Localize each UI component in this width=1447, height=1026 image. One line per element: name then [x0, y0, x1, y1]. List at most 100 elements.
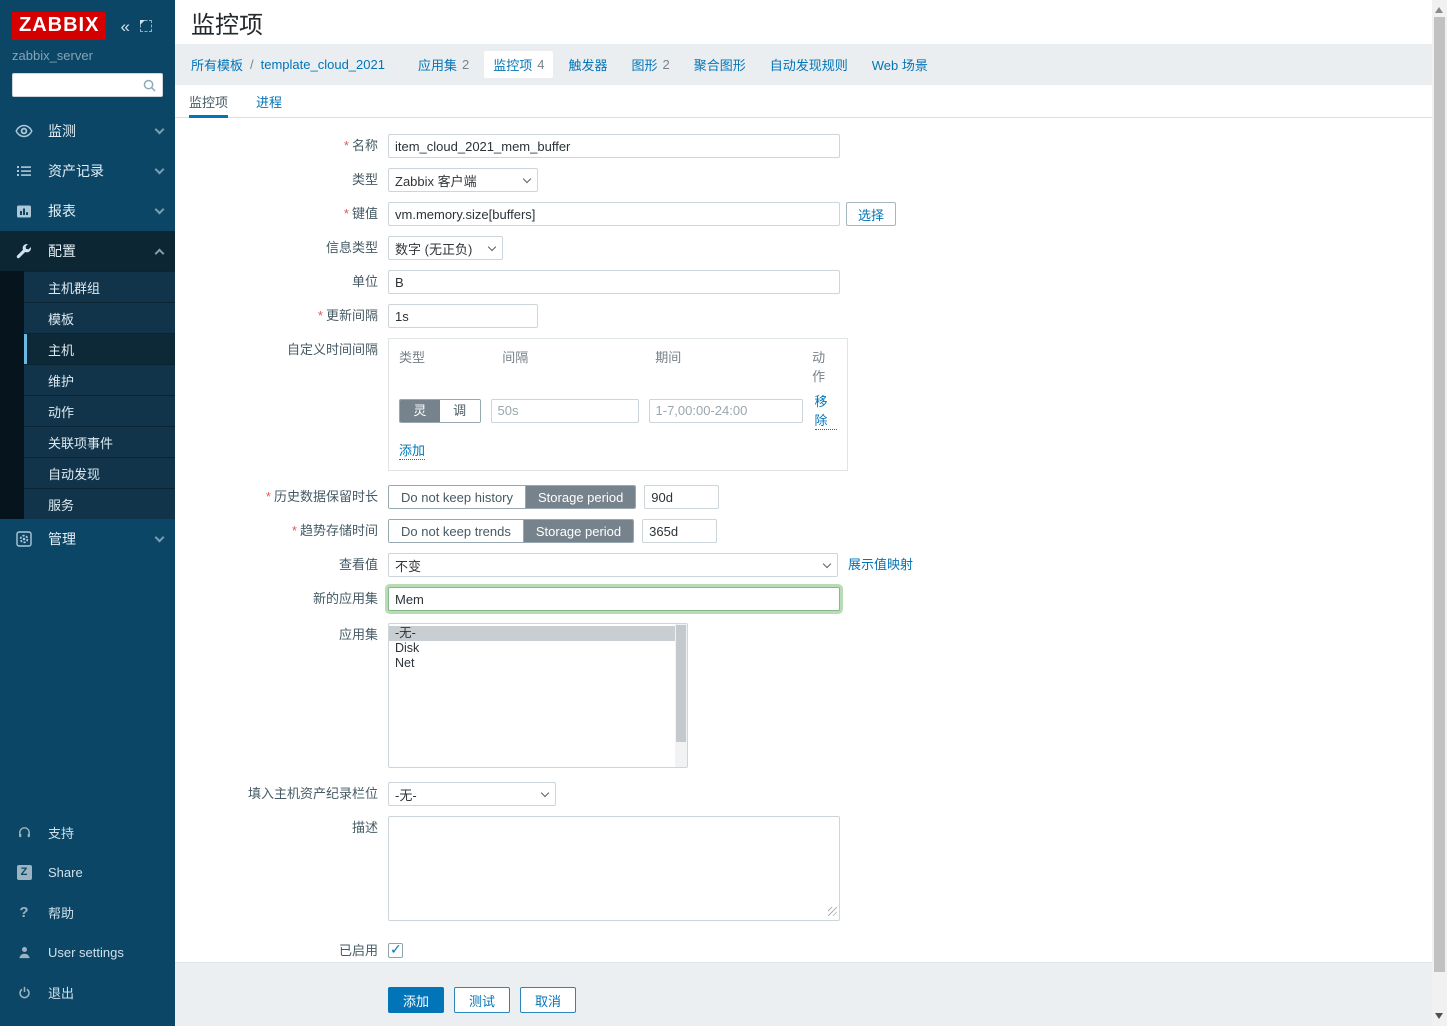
scheduling-button[interactable]: 调度 [440, 400, 480, 422]
description-label: 描述 [185, 816, 388, 840]
sidebar-item-host-groups[interactable]: 主机群组 [0, 271, 175, 302]
zabbix-logo[interactable]: ZABBIX [12, 12, 106, 40]
required-asterisk: * [318, 308, 323, 323]
sidebar-item-share[interactable]: Z Share [0, 852, 175, 892]
sidebar-item-monitoring[interactable]: 监测 [0, 111, 175, 151]
name-input[interactable] [388, 134, 840, 158]
show-value-label: 查看值 [185, 553, 388, 577]
interval-input[interactable] [491, 399, 639, 423]
sidebar-item-templates[interactable]: 模板 [0, 302, 175, 333]
description-textarea[interactable] [388, 816, 840, 921]
nav-web-scenarios[interactable]: Web 场景 [863, 51, 937, 78]
kiosk-mode-icon[interactable] [140, 20, 152, 32]
history-storage-button[interactable]: Storage period [525, 486, 635, 508]
sidebar-item-logout[interactable]: 退出 [0, 972, 175, 1012]
units-label: 单位 [185, 270, 388, 294]
listbox-scrollbar[interactable] [675, 624, 687, 767]
nav-screens[interactable]: 聚合图形 [685, 51, 755, 78]
new-application-input[interactable] [388, 587, 840, 611]
flexible-button[interactable]: 灵活 [400, 400, 440, 422]
show-value-select[interactable]: 不变 [388, 553, 838, 577]
tab-preprocessing[interactable]: 进程 [256, 85, 282, 117]
footer-label: 退出 [48, 983, 74, 1002]
no-trends-button[interactable]: Do not keep trends [389, 520, 523, 542]
nav-label: 应用集 [418, 55, 457, 74]
col-period: 期间 [655, 347, 812, 385]
select-key-button[interactable]: 选择 [846, 202, 896, 226]
info-type-select-value: 数字 (无正负) [395, 239, 481, 258]
sidebar-item-user-settings[interactable]: User settings [0, 932, 175, 972]
host-inventory-select-value: -无- [395, 785, 534, 804]
scroll-down-arrow-icon[interactable] [1435, 1013, 1443, 1019]
add-interval-link[interactable]: 添加 [399, 440, 425, 460]
trends-value-input[interactable] [642, 519, 717, 543]
history-value-input[interactable] [644, 485, 719, 509]
eye-icon [14, 123, 34, 139]
sidebar-item-discovery[interactable]: 自动发现 [0, 457, 175, 488]
sidebar-item-actions[interactable]: 动作 [0, 395, 175, 426]
submenu-label: 模板 [48, 309, 74, 328]
sidebar-item-maintenance[interactable]: 维护 [0, 364, 175, 395]
add-button[interactable]: 添加 [388, 987, 444, 1013]
update-interval-input[interactable] [388, 304, 538, 328]
sidebar-item-configuration[interactable]: 配置 [0, 231, 175, 271]
application-option-none[interactable]: -无- [389, 626, 675, 641]
chevron-down-icon [523, 174, 531, 182]
chevron-down-icon [488, 242, 496, 250]
show-value-mappings-link[interactable]: 展示值映射 [848, 553, 913, 577]
application-option-net[interactable]: Net [389, 656, 675, 671]
remove-interval-link[interactable]: 移除 [815, 391, 837, 430]
chevron-down-icon [155, 165, 165, 175]
no-history-button[interactable]: Do not keep history [389, 486, 525, 508]
wrench-icon [14, 243, 34, 259]
nav-discovery-rules[interactable]: 自动发现规则 [761, 51, 857, 78]
search-icon [142, 78, 157, 96]
nav-triggers[interactable]: 触发器 [559, 51, 616, 78]
chevron-down-icon [155, 533, 165, 543]
col-action: 动作 [812, 347, 837, 385]
nav-graphs[interactable]: 图形 2 [622, 51, 678, 78]
sidebar-item-services[interactable]: 服务 [0, 488, 175, 519]
chevron-down-icon [155, 125, 165, 135]
chevron-down-icon [155, 205, 165, 215]
sidebar-item-administration[interactable]: 管理 [0, 519, 175, 559]
breadcrumb-template[interactable]: template_cloud_2021 [261, 57, 385, 72]
scrollbar-thumb[interactable] [1434, 17, 1445, 972]
sidebar-item-inventory[interactable]: 资产记录 [0, 151, 175, 191]
collapse-sidebar-icon[interactable]: « [120, 18, 129, 35]
page-scrollbar[interactable] [1432, 0, 1447, 1026]
tab-item[interactable]: 监控项 [189, 85, 228, 117]
info-type-select[interactable]: 数字 (无正负) [388, 236, 503, 260]
key-input[interactable] [388, 202, 840, 226]
period-input[interactable] [649, 399, 803, 423]
enabled-checkbox[interactable] [388, 943, 403, 958]
history-segment: Do not keep history Storage period [388, 485, 636, 509]
sidebar-item-event-correlation[interactable]: 关联项事件 [0, 426, 175, 457]
search-input[interactable] [12, 73, 163, 97]
application-option-disk[interactable]: Disk [389, 641, 675, 656]
main-content: 监控项 所有模板 / template_cloud_2021 应用集 2 监控项… [175, 0, 1432, 1026]
units-input[interactable] [388, 270, 840, 294]
applications-listbox[interactable]: -无- Disk Net [388, 623, 688, 768]
sidebar-item-help[interactable]: ? 帮助 [0, 892, 175, 932]
scroll-up-arrow-icon[interactable] [1435, 7, 1443, 13]
nav-items[interactable]: 监控项 4 [484, 51, 553, 78]
footer-label: 支持 [48, 823, 74, 842]
sidebar-item-support[interactable]: 支持 [0, 812, 175, 852]
test-button[interactable]: 测试 [454, 987, 510, 1013]
page-title: 监控项 [191, 5, 263, 40]
nav-label: 监控项 [493, 55, 532, 74]
breadcrumb-all-templates[interactable]: 所有模板 [191, 55, 243, 74]
sidebar-item-hosts[interactable]: 主机 [0, 333, 175, 364]
applications-label: 应用集 [185, 623, 388, 647]
tab-bar: 监控项 进程 [175, 85, 1432, 118]
trends-storage-button[interactable]: Storage period [523, 520, 633, 542]
sidebar-item-reports[interactable]: 报表 [0, 191, 175, 231]
required-asterisk: * [292, 523, 297, 538]
submenu-label: 服务 [48, 495, 74, 514]
type-select[interactable]: Zabbix 客户端 [388, 168, 538, 192]
nav-applications[interactable]: 应用集 2 [409, 51, 478, 78]
host-inventory-select[interactable]: -无- [388, 782, 556, 806]
enabled-label: 已启用 [185, 939, 388, 963]
cancel-button[interactable]: 取消 [520, 987, 576, 1013]
